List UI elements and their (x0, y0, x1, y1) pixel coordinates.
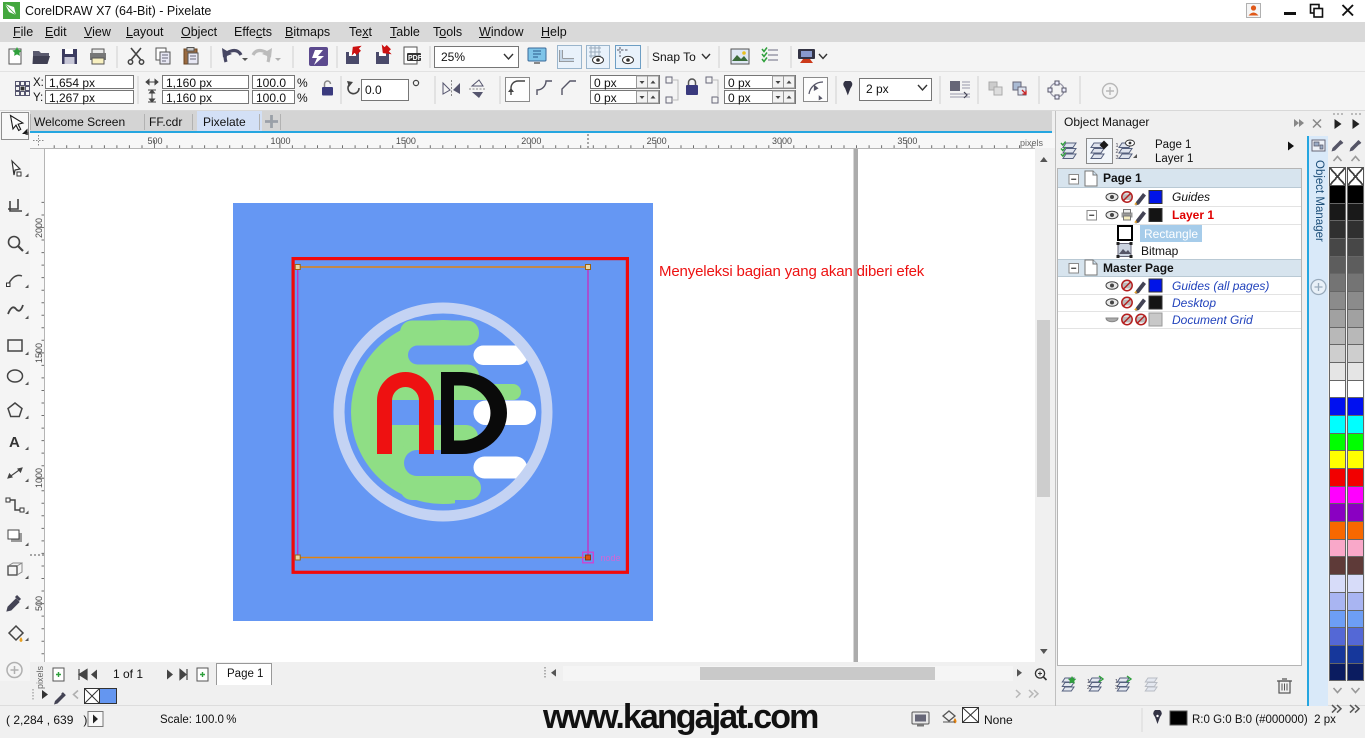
svg-text:3: 3 (1115, 685, 1118, 691)
svg-text:PDF: PDF (408, 55, 423, 62)
svg-text:A: A (9, 434, 20, 451)
svg-text:Menyeleksi bagian yang akan di: Menyeleksi bagian yang akan diberi efek (659, 263, 925, 280)
svg-text:3: 3 (1116, 155, 1119, 161)
svg-text:node: node (601, 553, 621, 563)
svg-text:2: 2 (1087, 685, 1090, 691)
